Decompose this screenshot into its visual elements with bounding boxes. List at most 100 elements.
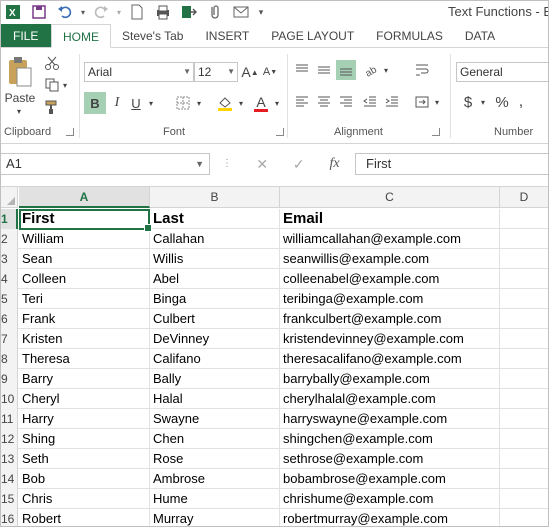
cell[interactable] [500,249,549,269]
cell[interactable] [500,489,549,509]
cell[interactable]: barrybally@example.com [280,369,500,389]
tab-formulas[interactable]: FORMULAS [365,24,454,47]
row-header[interactable]: 7 [0,329,18,349]
tab-page-layout[interactable]: PAGE LAYOUT [260,24,365,47]
font-color-dropdown-icon[interactable]: ▾ [272,92,282,114]
cell[interactable]: Chris [19,489,150,509]
row-header[interactable]: 3 [0,249,18,269]
grow-font-button[interactable]: A ▲ [241,62,259,82]
underline-dropdown-icon[interactable]: ▾ [146,92,156,114]
accounting-format-button[interactable]: $ [458,92,478,112]
cut-icon[interactable] [42,54,62,72]
shrink-font-button[interactable]: A ▼ [261,62,279,82]
fill-color-dropdown-icon[interactable]: ▾ [236,92,246,114]
cell[interactable] [500,309,549,329]
font-launcher-icon[interactable] [276,128,284,136]
column-header-a[interactable]: A [19,187,150,208]
align-right-icon[interactable] [336,92,356,112]
wrap-text-icon[interactable] [412,60,432,80]
insert-function-icon[interactable]: fx [329,156,339,172]
undo-icon[interactable] [52,1,78,23]
row-header[interactable]: 4 [0,269,18,289]
cell[interactable]: harryswayne@example.com [280,409,500,429]
cell[interactable]: bobambrose@example.com [280,469,500,489]
row-header[interactable]: 11 [0,409,18,429]
decrease-indent-icon[interactable] [360,92,380,112]
cell[interactable]: williamcallahan@example.com [280,229,500,249]
column-header-c[interactable]: C [280,187,500,208]
cell[interactable]: Culbert [150,309,280,329]
cell[interactable] [500,229,549,249]
comma-style-button[interactable]: , [514,92,528,112]
cell[interactable]: Chen [150,429,280,449]
save-icon[interactable] [26,1,52,23]
row-header[interactable]: 9 [0,369,18,389]
quick-print-icon[interactable] [150,1,176,23]
email-icon[interactable] [228,1,254,23]
row-header[interactable]: 13 [0,449,18,469]
name-box[interactable]: A1 ▼ [0,153,210,175]
cell[interactable] [500,389,549,409]
row-header[interactable]: 5 [0,289,18,309]
cell[interactable]: theresacalifano@example.com [280,349,500,369]
excel-logo-icon[interactable]: X [0,1,26,23]
paste-label[interactable]: Paste [4,90,36,106]
cell[interactable]: Harry [19,409,150,429]
cell[interactable] [500,369,549,389]
orientation-dropdown-icon[interactable]: ▾ [382,60,390,80]
cell[interactable]: Hume [150,489,280,509]
font-size-combo[interactable]: 12 ▼ [194,62,238,82]
row-header[interactable]: 1 [0,209,18,229]
cell[interactable]: Email [280,209,500,229]
cell[interactable]: Theresa [19,349,150,369]
cell[interactable]: frankculbert@example.com [280,309,500,329]
cell[interactable] [500,469,549,489]
cell[interactable]: Rose [150,449,280,469]
cell[interactable] [500,289,549,309]
row-header[interactable]: 16 [0,509,18,527]
cell[interactable]: Kristen [19,329,150,349]
cell[interactable]: Colleen [19,269,150,289]
increase-indent-icon[interactable] [382,92,402,112]
row-header[interactable]: 15 [0,489,18,509]
cell[interactable]: Ambrose [150,469,280,489]
cell[interactable]: Shing [19,429,150,449]
percent-style-button[interactable]: % [492,92,512,112]
cell[interactable]: Cheryl [19,389,150,409]
customize-qat-icon[interactable]: ▾ [254,1,268,23]
row-header[interactable]: 10 [0,389,18,409]
row-header[interactable]: 2 [0,229,18,249]
alignment-launcher-icon[interactable] [432,128,440,136]
cell[interactable]: Seth [19,449,150,469]
worksheet-grid[interactable]: A B C D 1 First Last Email 2 William Callahan w… [0,186,549,527]
cell[interactable]: Willis [150,249,280,269]
tab-insert[interactable]: INSERT [194,24,260,47]
redo-dropdown-icon[interactable]: ▾ [114,1,124,23]
cell[interactable]: Abel [150,269,280,289]
borders-icon[interactable] [172,92,194,114]
font-size-dropdown-icon[interactable]: ▼ [227,63,235,81]
font-name-dropdown-icon[interactable]: ▼ [183,63,191,81]
cell[interactable]: Frank [19,309,150,329]
align-left-icon[interactable] [292,92,312,112]
cell[interactable] [500,429,549,449]
cell[interactable]: shingchen@example.com [280,429,500,449]
column-header-d[interactable]: D [500,187,549,208]
cell[interactable]: teribinga@example.com [280,289,500,309]
align-middle-icon[interactable] [314,60,334,80]
cell[interactable]: colleenabel@example.com [280,269,500,289]
row-header[interactable]: 6 [0,309,18,329]
cell[interactable]: DeVinney [150,329,280,349]
formula-input[interactable]: First [355,153,549,175]
cell[interactable]: Murray [150,509,280,527]
cell[interactable] [500,449,549,469]
cell[interactable] [500,509,549,527]
align-bottom-icon[interactable] [336,60,356,80]
align-center-icon[interactable] [314,92,334,112]
new-file-icon[interactable] [124,1,150,23]
cell[interactable]: Bob [19,469,150,489]
italic-button[interactable]: I [108,92,126,114]
fill-color-icon[interactable] [214,92,236,114]
cell[interactable] [500,329,549,349]
paste-dropdown-icon[interactable]: ▾ [12,106,26,116]
